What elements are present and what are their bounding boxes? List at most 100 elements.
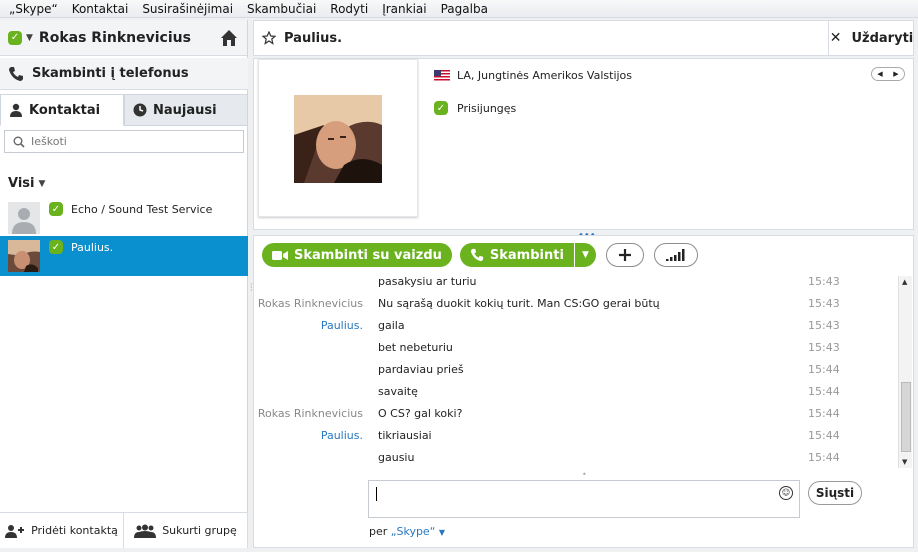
menu-view[interactable]: Rodyti	[323, 2, 375, 16]
message-row: Paulius. tikriausiai 15:44	[254, 425, 899, 447]
left-bottom-bar: Pridėti kontaktą Sukurti grupę	[0, 512, 248, 548]
scroll-down-icon[interactable]: ▼	[902, 458, 907, 466]
message-input[interactable]: ☺	[368, 480, 800, 518]
search-placeholder: Ieškoti	[31, 135, 67, 148]
contact-name: Echo / Sound Test Service	[71, 203, 213, 216]
left-panel: ✓ ▼ Rokas Rinknevicius Skambinti į telef…	[0, 20, 248, 548]
clock-icon	[133, 103, 147, 117]
online-status-icon: ✓	[49, 202, 63, 216]
message-time: 15:43	[808, 319, 840, 332]
send-button[interactable]: Siųsti	[808, 481, 862, 505]
avatar	[8, 240, 40, 272]
add-participant-button[interactable]	[605, 243, 644, 267]
message-row: Rokas Rinknevicius O CS? gal koki? 15:44	[254, 403, 899, 425]
call-phones-label: Skambinti į telefonus	[32, 66, 189, 81]
contact-location: LA, Jungtinės Amerikos Valstijos	[434, 69, 632, 82]
contacts-filter[interactable]: Visi ▼	[8, 176, 45, 191]
message-text: tikriausiai	[378, 429, 432, 442]
info-pager[interactable]: ◀ ▶	[871, 67, 905, 81]
input-resize-grip[interactable]: •	[582, 470, 587, 479]
add-person-icon	[5, 524, 25, 538]
us-flag-icon	[434, 70, 450, 81]
tab-contacts[interactable]: Kontaktai	[0, 94, 124, 126]
menu-skype[interactable]: „Skype“	[2, 2, 65, 16]
call-label: Skambinti	[489, 247, 564, 263]
close-button[interactable]: ✕ Uždaryti	[828, 20, 914, 56]
message-text: savaitę	[378, 385, 418, 398]
profile-bar[interactable]: ✓ ▼ Rokas Rinknevicius	[0, 20, 247, 56]
chevron-down-icon[interactable]: ▼	[26, 33, 33, 43]
phone-icon	[9, 66, 23, 81]
profile-name[interactable]: Rokas Rinknevicius	[39, 30, 191, 46]
contact-item[interactable]: ✓ Echo / Sound Test Service	[0, 198, 248, 238]
chat-area: Skambinti su vaizdu Skambinti ▼ pasakysi…	[253, 235, 914, 548]
message-row: pasakysiu ar turiu 15:43	[254, 276, 899, 293]
message-row: pardaviau prieš 15:44	[254, 359, 899, 381]
message-text: pasakysiu ar turiu	[378, 276, 477, 288]
star-icon[interactable]	[262, 31, 276, 45]
online-status-icon: ✓	[49, 240, 63, 254]
video-call-button[interactable]: Skambinti su vaizdu	[262, 243, 452, 267]
left-tabs: Kontaktai Naujausi	[0, 94, 248, 126]
close-label: Uždaryti	[851, 30, 914, 46]
status-text: Prisijungęs	[457, 101, 517, 115]
menu-calls[interactable]: Skambučiai	[240, 2, 323, 16]
contact-info-panel: LA, Jungtinės Amerikos Valstijos ✓ Prisi…	[253, 58, 914, 230]
contact-status: ✓ Prisijungęs	[434, 101, 516, 115]
tab-recent[interactable]: Naujausi	[124, 94, 248, 126]
contact-name: Paulius.	[71, 241, 114, 254]
close-icon: ✕	[829, 30, 842, 46]
message-text: pardaviau prieš	[378, 363, 464, 376]
chevron-down-icon: ▼	[38, 178, 46, 189]
message-sender[interactable]: Paulius.	[321, 429, 363, 442]
send-via[interactable]: per „Skype“ ▼	[369, 525, 445, 538]
message-time: 15:44	[808, 363, 840, 376]
text-cursor	[376, 487, 377, 501]
menu-conversations[interactable]: Susirašinėjimai	[135, 2, 240, 16]
message-sender[interactable]: Paulius.	[321, 319, 363, 332]
message-text: Nu sąrašą duokit kokių turit. Man CS:GO …	[378, 297, 660, 310]
message-time: 15:44	[808, 451, 840, 464]
phone-icon	[470, 248, 484, 262]
create-group-label: Sukurti grupę	[162, 524, 237, 537]
message-row: savaitę 15:44	[254, 381, 899, 403]
call-actions: Skambinti su vaizdu Skambinti ▼	[262, 243, 698, 267]
plus-icon	[618, 249, 631, 261]
message-row: gausiu 15:44	[254, 447, 899, 468]
menu-tools[interactable]: Įrankiai	[375, 2, 433, 16]
menu-help[interactable]: Pagalba	[434, 2, 495, 16]
chevron-right-icon[interactable]: ▶	[893, 70, 898, 78]
message-text: gausiu	[378, 451, 415, 464]
scroll-thumb[interactable]	[901, 382, 911, 452]
call-button-group: Skambinti ▼	[459, 243, 596, 267]
add-contact-label: Pridėti kontaktą	[31, 524, 118, 537]
via-prefix: per	[369, 525, 388, 538]
call-quality-button[interactable]	[653, 243, 698, 267]
message-sender[interactable]: Rokas Rinknevicius	[258, 297, 363, 310]
call-dropdown-button[interactable]: ▼	[573, 243, 596, 267]
scroll-up-icon[interactable]: ▲	[902, 278, 907, 286]
avatar	[8, 202, 40, 234]
contact-item-selected[interactable]: ✓ Paulius.	[0, 236, 248, 276]
menu-contacts[interactable]: Kontaktai	[65, 2, 136, 16]
call-button[interactable]: Skambinti	[459, 243, 574, 267]
via-network[interactable]: „Skype“	[391, 525, 436, 538]
search-icon	[13, 136, 25, 148]
call-phones-button[interactable]: Skambinti į telefonus	[0, 58, 248, 90]
online-status-icon: ✓	[8, 30, 22, 45]
emoticon-icon[interactable]: ☺	[779, 486, 793, 500]
message-sender[interactable]: Rokas Rinknevicius	[258, 407, 363, 420]
chat-scrollbar[interactable]: ▲ ▼	[898, 276, 912, 468]
message-text: gaila	[378, 319, 405, 332]
conversation-panel: Paulius. ✕ Uždaryti LA, Jungtinės Amerik…	[253, 20, 914, 548]
signal-bars-icon	[665, 249, 685, 261]
create-group-button[interactable]: Sukurti grupę	[124, 513, 248, 548]
search-input[interactable]: Ieškoti	[4, 130, 244, 153]
chevron-left-icon[interactable]: ◀	[877, 70, 882, 78]
message-time: 15:43	[808, 297, 840, 310]
add-contact-button[interactable]: Pridėti kontaktą	[0, 513, 124, 548]
home-icon[interactable]	[219, 28, 239, 48]
filter-label: Visi	[8, 176, 35, 191]
message-time: 15:44	[808, 429, 840, 442]
chevron-down-icon[interactable]: ▼	[439, 528, 445, 537]
